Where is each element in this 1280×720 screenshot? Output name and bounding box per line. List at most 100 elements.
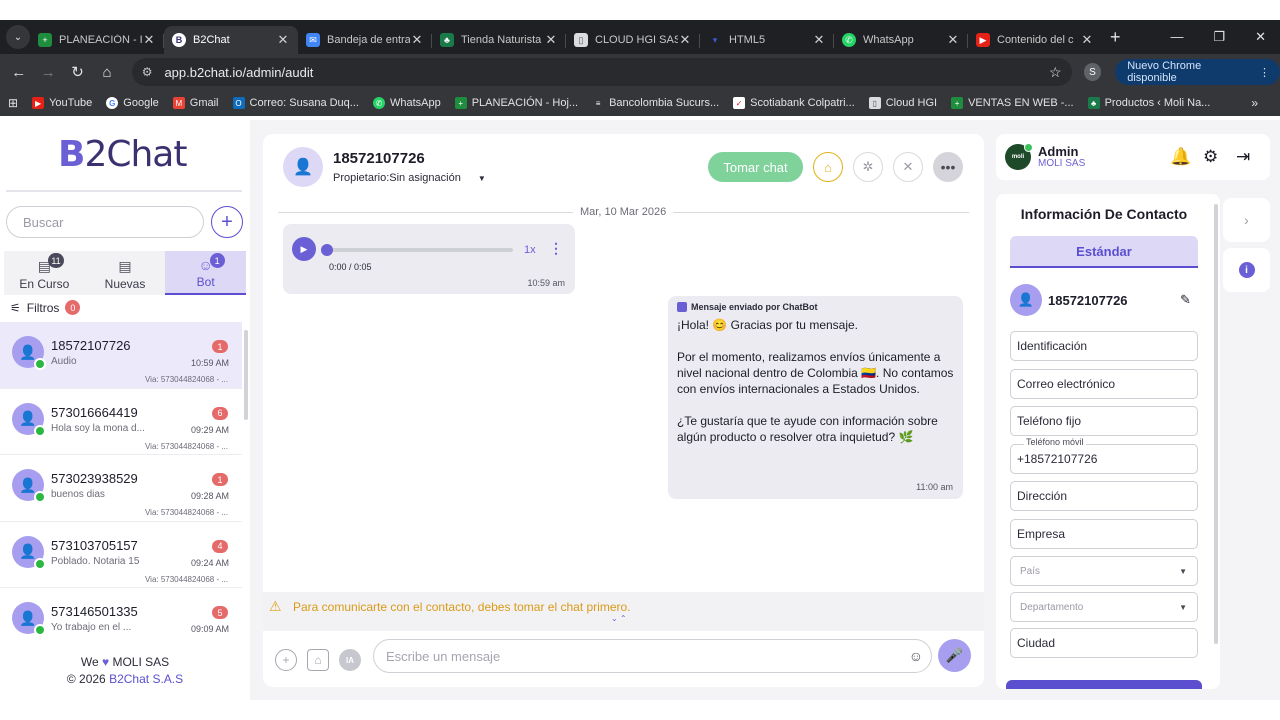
- close-tab-icon[interactable]: ✕: [1080, 32, 1094, 48]
- filters-button[interactable]: ⚟ Filtros 0: [10, 300, 81, 315]
- close-tab-icon[interactable]: ✕: [410, 32, 424, 48]
- close-chat-icon[interactable]: ✕: [893, 152, 923, 182]
- restore-icon[interactable]: ❐: [1213, 29, 1225, 45]
- browser-tab[interactable]: ♣ Tienda Naturista ✕: [432, 26, 566, 54]
- bell-icon[interactable]: 🔔: [1170, 147, 1191, 167]
- close-window-icon[interactable]: ✕: [1255, 29, 1266, 45]
- close-tab-icon[interactable]: ✕: [544, 32, 558, 48]
- browser-tab-active[interactable]: B B2Chat ✕: [164, 26, 298, 54]
- tab-bot[interactable]: 1 ☺ Bot: [165, 251, 247, 295]
- department-select[interactable]: Departamento ▼: [1010, 592, 1198, 622]
- address-field[interactable]: Dirección: [1010, 481, 1198, 511]
- country-select[interactable]: País ▼: [1010, 556, 1198, 586]
- audio-speed-button[interactable]: 1x: [524, 244, 536, 256]
- bookmark-item[interactable]: ✆ WhatsApp: [372, 97, 441, 109]
- tag-icon[interactable]: ⌂: [307, 649, 329, 671]
- conversation-item[interactable]: 👤 573023938529 buenos dias 1 09:28 AM Vi…: [0, 455, 242, 522]
- address-bar[interactable]: ⚙ app.b2chat.io/admin/audit ☆: [131, 58, 1072, 86]
- message-input[interactable]: Escribe un mensaje ☺: [373, 639, 932, 673]
- logout-icon[interactable]: ⇥: [1236, 147, 1250, 167]
- browser-tab[interactable]: ▾ HTML5 ✕: [700, 26, 834, 54]
- expand-panel-button[interactable]: ›: [1223, 198, 1270, 242]
- mobile-field[interactable]: +18572107726: [1010, 444, 1198, 474]
- gmail-icon: M: [172, 97, 185, 109]
- conversation-item[interactable]: 👤 573103705157 Poblado. Notaria 15 4 09:…: [0, 522, 242, 589]
- identification-field[interactable]: Identificación: [1010, 331, 1198, 361]
- update-label: Nuevo Chrome disponible: [1127, 60, 1202, 84]
- play-icon[interactable]: ▶: [292, 237, 316, 261]
- tab-search-dropdown-icon[interactable]: ⌄: [6, 25, 30, 49]
- transfer-icon[interactable]: ✲: [853, 152, 883, 182]
- audio-menu-icon[interactable]: ⋮: [549, 240, 563, 257]
- bookmark-item[interactable]: ≡ Bancolombia Sucurs...: [592, 97, 719, 109]
- email-field[interactable]: Correo electrónico: [1010, 369, 1198, 399]
- home-icon[interactable]: ⌂: [92, 64, 121, 81]
- whatsapp-icon: [34, 557, 46, 570]
- close-tab-icon[interactable]: ✕: [812, 32, 826, 48]
- collapse-chevron-icon[interactable]: ⌄ ⌃: [611, 614, 627, 623]
- tab-standard[interactable]: Estándar: [1010, 236, 1198, 268]
- bookmark-item[interactable]: G Google: [106, 97, 159, 109]
- search-input[interactable]: Buscar: [6, 206, 204, 238]
- browser-tab[interactable]: ✉ Bandeja de entra ✕: [298, 26, 432, 54]
- conversation-item[interactable]: 👤 18572107726 Audio 1 10:59 AM Via: 5730…: [0, 322, 242, 389]
- ai-assistant-icon[interactable]: IA: [339, 649, 361, 671]
- close-tab-icon[interactable]: ✕: [276, 32, 290, 48]
- more-options-icon[interactable]: •••: [933, 152, 963, 182]
- back-icon[interactable]: ←: [4, 64, 33, 81]
- bookmark-item[interactable]: O Correo: Susana Duq...: [232, 97, 359, 109]
- warning-text: Para comunicarte con el contacto, debes …: [293, 600, 631, 614]
- more-bookmarks-icon[interactable]: »: [1251, 96, 1258, 110]
- browser-tab[interactable]: + PLANEACIÓN - I ✕: [30, 26, 164, 54]
- whatsapp-icon: [34, 424, 46, 437]
- take-chat-button[interactable]: Tomar chat: [708, 152, 803, 182]
- minimize-icon[interactable]: —: [1170, 29, 1183, 45]
- audio-progress-knob[interactable]: [321, 244, 333, 256]
- site-settings-icon[interactable]: ⚙: [142, 65, 153, 79]
- info-button[interactable]: i: [1223, 248, 1270, 292]
- close-tab-icon[interactable]: ✕: [142, 32, 156, 48]
- browser-tab[interactable]: ▯ CLOUD HGI SAS ✕: [566, 26, 700, 54]
- add-conversation-button[interactable]: +: [211, 206, 243, 238]
- tab-en-curso[interactable]: 11 ▤ En Curso: [4, 251, 85, 295]
- forward-icon[interactable]: →: [33, 64, 62, 81]
- audio-progress-track[interactable]: [325, 248, 513, 252]
- browser-tab[interactable]: ▶ Contenido del c ✕: [968, 26, 1102, 54]
- b2chat-logo: B2Chat: [58, 134, 188, 175]
- bookmark-item[interactable]: + PLANEACIÓN - Hoj...: [454, 97, 578, 109]
- tag-icon[interactable]: ⌂: [813, 152, 843, 182]
- emoji-icon[interactable]: ☺: [909, 648, 923, 664]
- apps-grid-icon[interactable]: ⊞: [8, 96, 18, 110]
- city-field[interactable]: Ciudad: [1010, 628, 1198, 658]
- conversation-item[interactable]: 👤 573016664419 Hola soy la mona d... 6 0…: [0, 389, 242, 456]
- close-tab-icon[interactable]: ✕: [678, 32, 692, 48]
- tab-nuevas[interactable]: ▤ Nuevas: [85, 251, 166, 295]
- microphone-icon[interactable]: 🎤: [938, 639, 971, 672]
- save-contact-button[interactable]: [1006, 680, 1202, 689]
- owner-selector[interactable]: Propietario:Sin asignación ▼: [333, 172, 486, 184]
- bookmark-item[interactable]: M Gmail: [172, 97, 219, 109]
- info-panel-scrollbar[interactable]: [1214, 204, 1218, 644]
- reload-icon[interactable]: ↻: [63, 63, 92, 81]
- bot-message-header: Mensaje enviado por ChatBot: [677, 302, 818, 312]
- conversation-item[interactable]: 👤 573146501335 Yo trabajo en el ... 5 09…: [0, 588, 242, 640]
- edit-pencil-icon[interactable]: ✎: [1180, 292, 1191, 308]
- sidebar-scrollbar[interactable]: [244, 330, 248, 420]
- browser-tab[interactable]: ✆ WhatsApp ✕: [834, 26, 968, 54]
- bookmark-item[interactable]: ♣ Productos ‹ Moli Na...: [1087, 97, 1210, 109]
- profile-avatar[interactable]: S: [1083, 63, 1102, 81]
- bookmark-star-icon[interactable]: ☆: [1049, 64, 1062, 81]
- bookmark-item[interactable]: ▶ YouTube: [32, 97, 92, 109]
- company-field[interactable]: Empresa: [1010, 519, 1198, 549]
- footer-we: We: [80, 655, 99, 669]
- footer-link[interactable]: B2Chat S.A.S: [109, 672, 183, 686]
- new-tab-icon[interactable]: +: [1110, 27, 1121, 48]
- close-tab-icon[interactable]: ✕: [946, 32, 960, 48]
- add-attachment-icon[interactable]: +: [275, 649, 297, 671]
- bookmark-item[interactable]: ✓ Scotiabank Colpatri...: [733, 97, 855, 109]
- chrome-update-button[interactable]: Nuevo Chrome disponible ⋮: [1115, 59, 1280, 85]
- landline-field[interactable]: Teléfono fijo: [1010, 406, 1198, 436]
- gear-icon[interactable]: ⚙: [1203, 147, 1218, 167]
- bookmark-item[interactable]: + VENTAS EN WEB -...: [951, 97, 1074, 109]
- bookmark-item[interactable]: ▯ Cloud HGI: [868, 97, 937, 109]
